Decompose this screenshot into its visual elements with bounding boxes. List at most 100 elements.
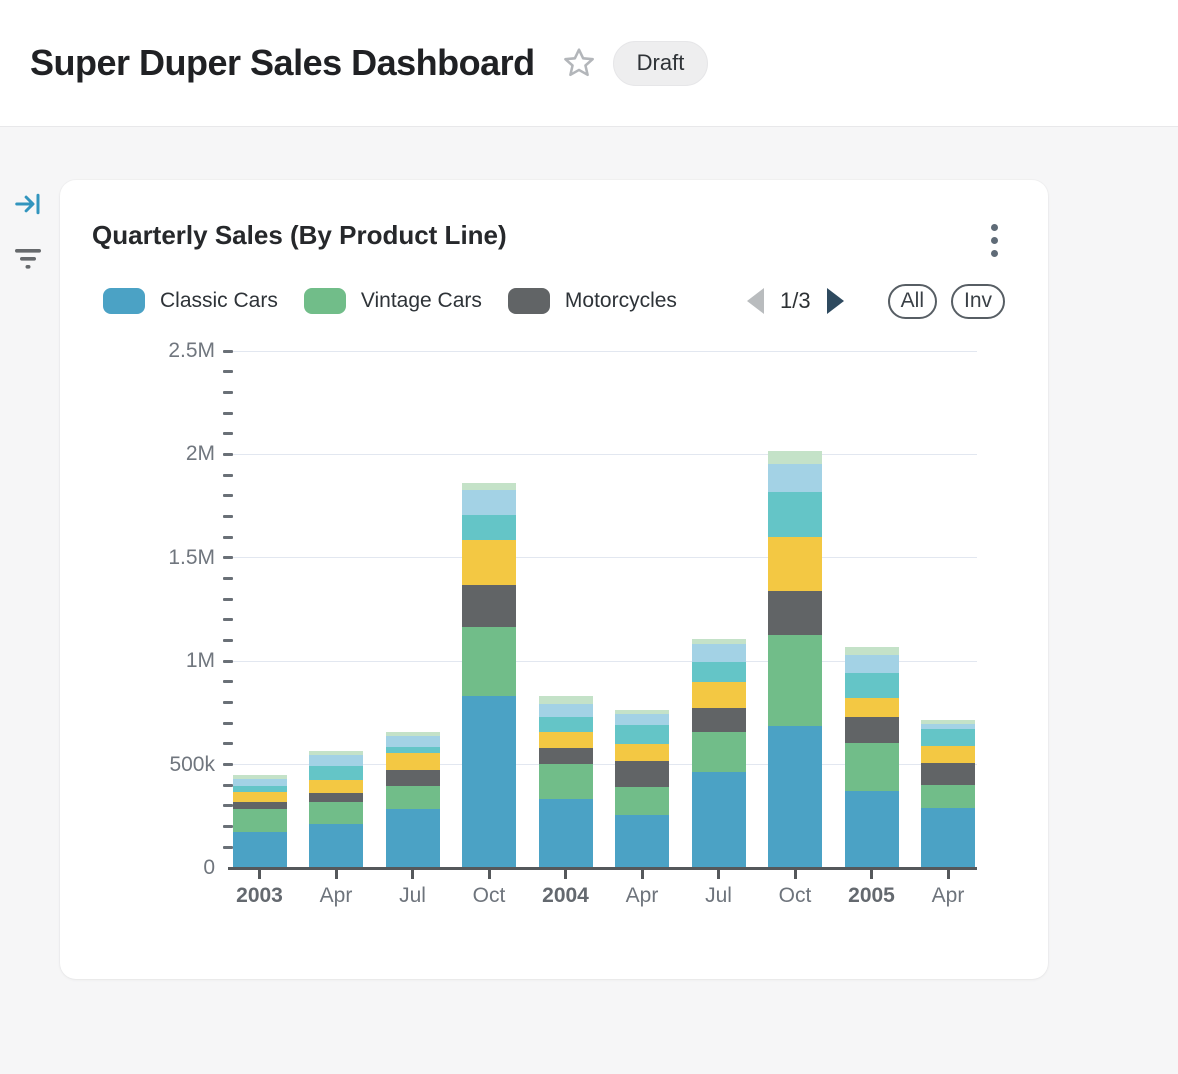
bar-segment-unlabeled-6[interactable] [386, 736, 440, 747]
bar-segment-unlabeled-4[interactable] [768, 537, 822, 591]
bar-segment-classic-cars[interactable] [309, 824, 363, 868]
bar-segment-unlabeled-4[interactable] [309, 780, 363, 793]
bar-segment-vintage-cars[interactable] [845, 743, 899, 791]
y-axis-tick-mark [223, 742, 233, 745]
bar-segment-unlabeled-6[interactable] [233, 779, 287, 786]
bar-segment-vintage-cars[interactable] [539, 764, 593, 798]
bar-segment-unlabeled-7[interactable] [921, 720, 975, 725]
bar-segment-classic-cars[interactable] [539, 799, 593, 868]
bar-segment-unlabeled-4[interactable] [921, 746, 975, 763]
bar-segment-classic-cars[interactable] [233, 832, 287, 868]
x-axis-tick-label: Apr [602, 884, 682, 908]
bar-segment-vintage-cars[interactable] [768, 635, 822, 726]
bar-segment-unlabeled-5[interactable] [386, 747, 440, 753]
bar-segment-motorcycles[interactable] [233, 802, 287, 810]
y-axis-tick-mark [223, 453, 233, 456]
y-axis-tick-mark [223, 494, 233, 497]
bar-segment-motorcycles[interactable] [615, 761, 669, 787]
bar-segment-classic-cars[interactable] [386, 809, 440, 868]
bar-segment-unlabeled-4[interactable] [462, 540, 516, 585]
bar-segment-unlabeled-5[interactable] [462, 515, 516, 540]
bar-segment-unlabeled-5[interactable] [233, 786, 287, 792]
y-axis-tick-label: 500k [60, 753, 215, 777]
x-axis-tick-mark [335, 870, 338, 879]
y-axis-tick-label: 1.5M [60, 546, 215, 570]
bar-segment-vintage-cars[interactable] [309, 802, 363, 824]
x-axis-tick-mark [947, 870, 950, 879]
bar-segment-unlabeled-7[interactable] [386, 732, 440, 736]
favorite-star-button[interactable] [561, 45, 597, 81]
bar-segment-unlabeled-7[interactable] [462, 483, 516, 490]
bar-segment-motorcycles[interactable] [921, 763, 975, 785]
arrow-bar-to-right-icon [13, 189, 43, 219]
bar-segment-motorcycles[interactable] [692, 708, 746, 733]
bar-segment-unlabeled-5[interactable] [615, 725, 669, 744]
bar-segment-unlabeled-6[interactable] [539, 704, 593, 717]
bar-segment-unlabeled-6[interactable] [845, 655, 899, 672]
bar-segment-unlabeled-5[interactable] [309, 766, 363, 780]
bar-segment-vintage-cars[interactable] [386, 786, 440, 809]
bar-segment-unlabeled-4[interactable] [845, 698, 899, 717]
bar-segment-unlabeled-6[interactable] [921, 724, 975, 729]
collapse-panel-button[interactable] [12, 188, 44, 220]
bar-segment-classic-cars[interactable] [462, 696, 516, 868]
bar-segment-unlabeled-6[interactable] [768, 464, 822, 491]
bar-segment-vintage-cars[interactable] [692, 732, 746, 772]
star-icon [562, 46, 596, 80]
bar-segment-unlabeled-7[interactable] [615, 710, 669, 714]
x-axis-tick-mark [564, 870, 567, 879]
y-axis-tick-mark [223, 598, 233, 601]
bar-segment-unlabeled-7[interactable] [539, 696, 593, 704]
bar-segment-unlabeled-4[interactable] [692, 682, 746, 707]
bar-segment-unlabeled-7[interactable] [768, 451, 822, 464]
bar-segment-motorcycles[interactable] [539, 748, 593, 765]
y-axis-tick-mark [223, 618, 233, 621]
bar-segment-vintage-cars[interactable] [921, 785, 975, 808]
filter-button[interactable] [12, 242, 44, 274]
bar-segment-unlabeled-5[interactable] [692, 662, 746, 683]
bar-segment-unlabeled-4[interactable] [386, 753, 440, 770]
y-axis-tick-mark [223, 577, 233, 580]
stacked-bar-chart: 0500k1M1.5M2M2.5M2003AprJulOct2004AprJul… [60, 180, 1048, 979]
bar-segment-motorcycles[interactable] [386, 770, 440, 787]
bar-segment-unlabeled-5[interactable] [539, 717, 593, 732]
bar-segment-unlabeled-7[interactable] [845, 647, 899, 655]
bar-segment-unlabeled-5[interactable] [768, 492, 822, 538]
bar-segment-unlabeled-5[interactable] [845, 673, 899, 698]
bar-segment-classic-cars[interactable] [692, 772, 746, 868]
y-axis-tick-mark [223, 660, 233, 663]
bar-segment-vintage-cars[interactable] [462, 627, 516, 696]
bar-segment-unlabeled-5[interactable] [921, 729, 975, 746]
bar-segment-unlabeled-7[interactable] [692, 639, 746, 644]
bar-segment-unlabeled-7[interactable] [309, 751, 363, 755]
y-axis-tick-mark [223, 804, 233, 807]
bar-segment-unlabeled-7[interactable] [233, 775, 287, 779]
y-axis-tick-mark [223, 680, 233, 683]
bar-segment-motorcycles[interactable] [309, 793, 363, 802]
bar-segment-unlabeled-6[interactable] [692, 644, 746, 661]
y-axis-tick-label: 0 [60, 856, 215, 880]
chart-card: Quarterly Sales (By Product Line) Classi… [60, 180, 1048, 979]
bar-segment-motorcycles[interactable] [845, 717, 899, 744]
x-axis-tick-label: 2004 [526, 884, 606, 908]
x-axis-tick-label: Oct [449, 884, 529, 908]
y-axis-tick-label: 1M [60, 649, 215, 673]
x-axis-line [228, 867, 977, 870]
bar-segment-vintage-cars[interactable] [615, 787, 669, 814]
bar-segment-motorcycles[interactable] [768, 591, 822, 634]
x-axis-tick-mark [488, 870, 491, 879]
bar-segment-unlabeled-6[interactable] [615, 714, 669, 725]
bar-segment-classic-cars[interactable] [615, 815, 669, 868]
x-axis-tick-label: Jul [373, 884, 453, 908]
bar-segment-classic-cars[interactable] [921, 808, 975, 868]
bar-segment-unlabeled-6[interactable] [309, 755, 363, 766]
bar-segment-motorcycles[interactable] [462, 585, 516, 627]
bar-segment-vintage-cars[interactable] [233, 809, 287, 832]
bar-segment-unlabeled-4[interactable] [615, 744, 669, 761]
bar-segment-unlabeled-4[interactable] [539, 732, 593, 747]
y-axis-tick-mark [223, 722, 233, 725]
bar-segment-classic-cars[interactable] [845, 791, 899, 868]
bar-segment-unlabeled-4[interactable] [233, 792, 287, 802]
bar-segment-classic-cars[interactable] [768, 726, 822, 868]
bar-segment-unlabeled-6[interactable] [462, 490, 516, 515]
